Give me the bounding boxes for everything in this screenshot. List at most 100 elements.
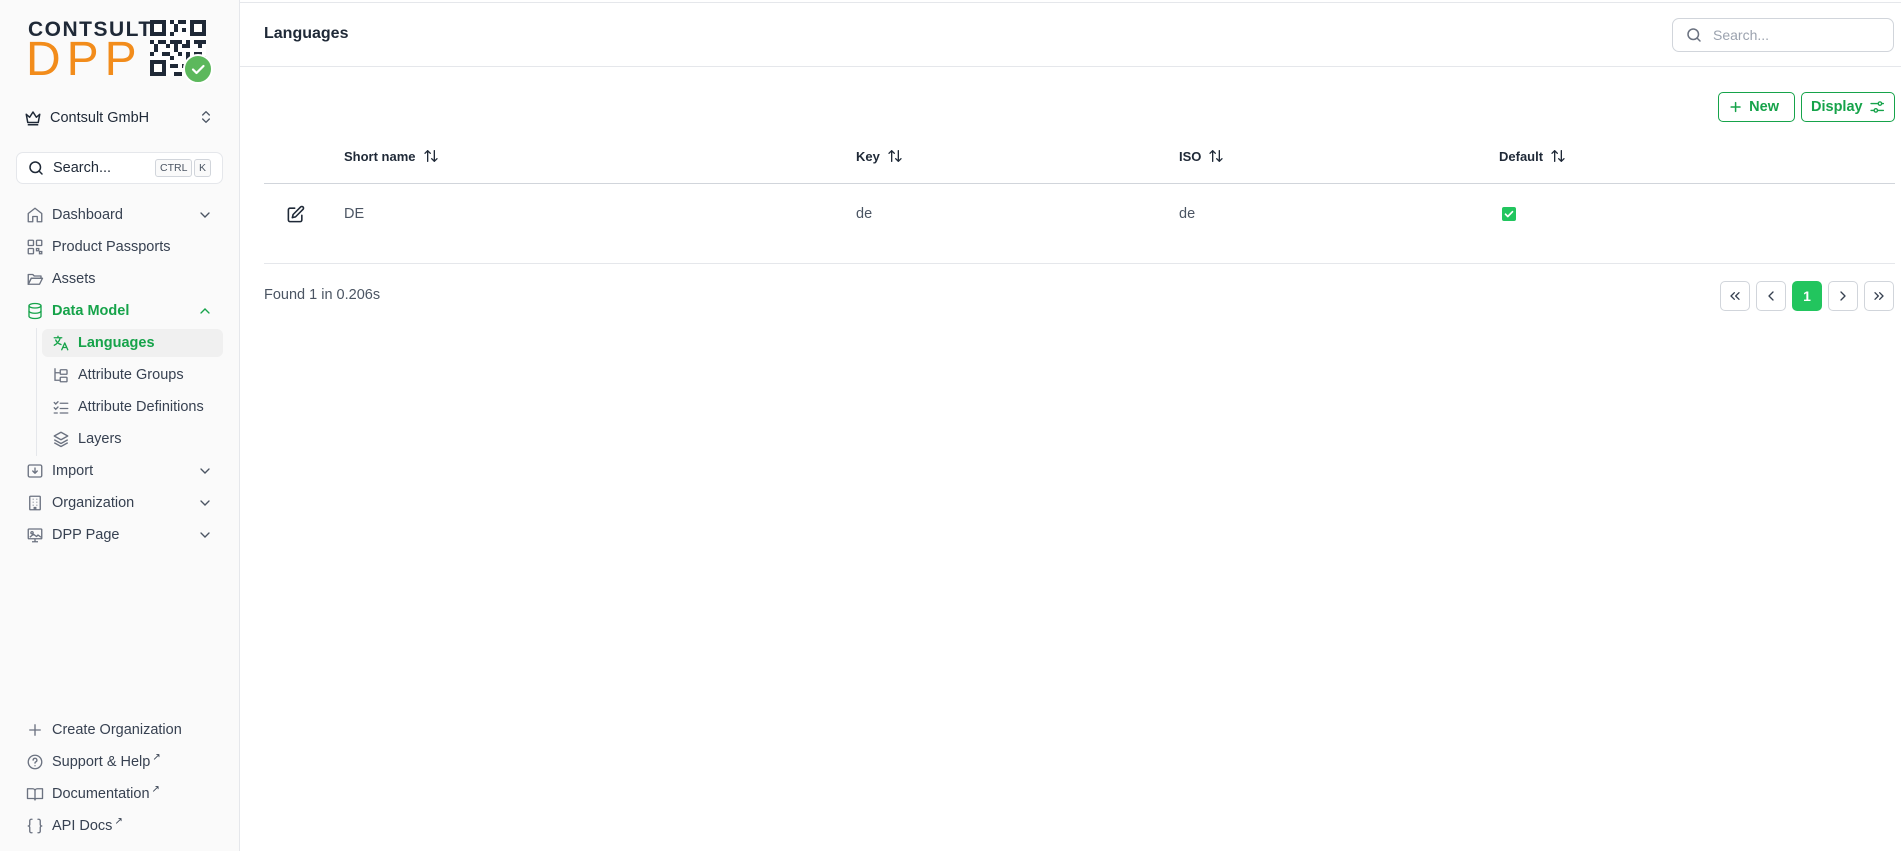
edit-icon[interactable]: [286, 205, 305, 224]
list-checks-icon: [53, 401, 69, 414]
sidebar-search[interactable]: Search... CTRL K: [16, 152, 223, 184]
help-circle-icon: [27, 754, 43, 770]
display-button-label: Display: [1811, 99, 1863, 115]
footer-link-label: Documentation: [52, 786, 150, 802]
sidebar-item-attribute-definitions[interactable]: Attribute Definitions: [42, 393, 223, 421]
footer-link-label: Support & Help: [52, 754, 151, 770]
sidebar-item-dpp-page[interactable]: DPP Page: [16, 521, 223, 549]
default-checkbox-checked: [1502, 207, 1516, 221]
sidebar-item-label: DPP Page: [52, 527, 120, 543]
sidebar-item-import[interactable]: Import: [16, 457, 223, 485]
cell-short-name: DE: [344, 206, 365, 222]
sidebar-item-label: Attribute Groups: [78, 367, 184, 383]
sidebar-item-data-model[interactable]: Data Model: [16, 297, 223, 325]
display-button[interactable]: Display: [1801, 92, 1895, 122]
settings-sliders-icon: [1869, 101, 1884, 113]
header-search-input[interactable]: [1713, 27, 1883, 43]
next-page-button[interactable]: [1828, 281, 1858, 311]
sort-icon: [1551, 150, 1565, 162]
result-count: Found 1 in 0.206s: [264, 287, 381, 303]
column-header-short-name[interactable]: Short name: [344, 148, 439, 164]
plus-icon: [29, 724, 41, 736]
sidebar-item-label: Import: [52, 463, 94, 479]
support-help-link[interactable]: Support & Help ↗: [26, 750, 226, 774]
sidebar-item-organization[interactable]: Organization: [16, 489, 223, 517]
sidebar-item-label: Product Passports: [52, 239, 171, 255]
external-link-icon: ↗: [152, 751, 161, 763]
previous-page-button[interactable]: [1756, 281, 1786, 311]
column-header-default[interactable]: Default: [1499, 148, 1566, 164]
documentation-link[interactable]: Documentation ↗: [26, 782, 226, 806]
search-icon: [29, 161, 43, 175]
sidebar-item-product-passports[interactable]: Product Passports: [16, 233, 223, 261]
page-title: Languages: [264, 25, 349, 42]
footer-link-label: API Docs: [52, 818, 113, 834]
folder-open-icon: [27, 273, 44, 285]
database-icon: [28, 302, 42, 320]
sidebar-item-label: Dashboard: [52, 207, 123, 223]
logo[interactable]: CONTSULT DPP: [26, 18, 218, 86]
chevron-left-icon: [1768, 291, 1774, 301]
external-link-icon: ↗: [114, 815, 123, 827]
page-1-button[interactable]: 1: [1792, 281, 1822, 311]
monitor-image-icon: [27, 528, 43, 543]
chevron-right-icon: [1840, 291, 1846, 301]
column-header-iso[interactable]: ISO: [1179, 148, 1224, 164]
organization-switcher[interactable]: Contsult GmbH: [24, 106, 214, 130]
import-icon: [27, 464, 43, 478]
home-icon: [27, 207, 43, 223]
chevrons-left-icon: [1730, 292, 1740, 300]
column-header-label: ISO: [1179, 148, 1202, 164]
column-header-label: Key: [856, 148, 880, 164]
cell-key: de: [856, 206, 873, 222]
sidebar-item-languages[interactable]: Languages: [42, 329, 223, 357]
chevron-down-icon: [200, 212, 210, 218]
new-button-label: New: [1749, 99, 1779, 115]
footer-link-label: Create Organization: [52, 722, 182, 738]
kbd-k: K: [194, 159, 212, 177]
sidebar-item-layers[interactable]: Layers: [42, 425, 223, 453]
plus-icon: [1730, 101, 1741, 113]
kbd-ctrl: CTRL: [155, 159, 193, 177]
api-docs-link[interactable]: API Docs ↗: [26, 814, 226, 838]
sort-icon: [1209, 150, 1224, 162]
chevron-up-icon: [200, 308, 210, 314]
page-header: Languages: [240, 3, 1901, 67]
logo-text-dpp: DPP: [26, 33, 143, 86]
sidebar-item-dashboard[interactable]: Dashboard: [16, 201, 223, 229]
new-button[interactable]: New: [1718, 92, 1795, 122]
chevrons-up-down-icon: [202, 111, 210, 123]
verified-badge-icon: [183, 54, 213, 84]
chevron-down-icon: [200, 500, 210, 506]
chevron-down-icon: [200, 468, 210, 474]
sidebar-item-attribute-groups[interactable]: Attribute Groups: [42, 361, 223, 389]
search-icon: [1687, 28, 1701, 42]
sidebar-item-label: Languages: [78, 335, 155, 351]
sidebar: CONTSULT DPP Contsult GmbH Search... CTR…: [0, 0, 240, 851]
last-page-button[interactable]: [1864, 281, 1894, 311]
sidebar-item-label: Data Model: [52, 303, 130, 319]
column-header-label: Short name: [344, 148, 416, 164]
column-header-key[interactable]: Key: [856, 148, 903, 164]
qr-icon: [27, 239, 43, 255]
building-icon: [29, 495, 41, 511]
sidebar-search-label: Search...: [53, 160, 112, 176]
sidebar-item-label: Assets: [52, 271, 96, 287]
crown-icon: [25, 111, 41, 126]
header-search[interactable]: [1672, 18, 1894, 52]
cell-iso: de: [1179, 206, 1196, 222]
sidebar-item-label: Layers: [78, 431, 122, 447]
sort-icon: [888, 150, 902, 162]
external-link-icon: ↗: [151, 783, 160, 795]
chevrons-right-icon: [1874, 292, 1884, 300]
first-page-button[interactable]: [1720, 281, 1750, 311]
layers-icon: [53, 431, 69, 448]
chevron-down-icon: [200, 532, 210, 538]
create-organization-link[interactable]: Create Organization: [26, 718, 226, 742]
table-header-divider: [264, 183, 1895, 184]
tree-icon: [54, 368, 68, 383]
column-header-label: Default: [1499, 148, 1544, 164]
sidebar-item-label: Organization: [52, 495, 135, 511]
check-icon: [1504, 210, 1514, 218]
sidebar-item-assets[interactable]: Assets: [16, 265, 223, 293]
